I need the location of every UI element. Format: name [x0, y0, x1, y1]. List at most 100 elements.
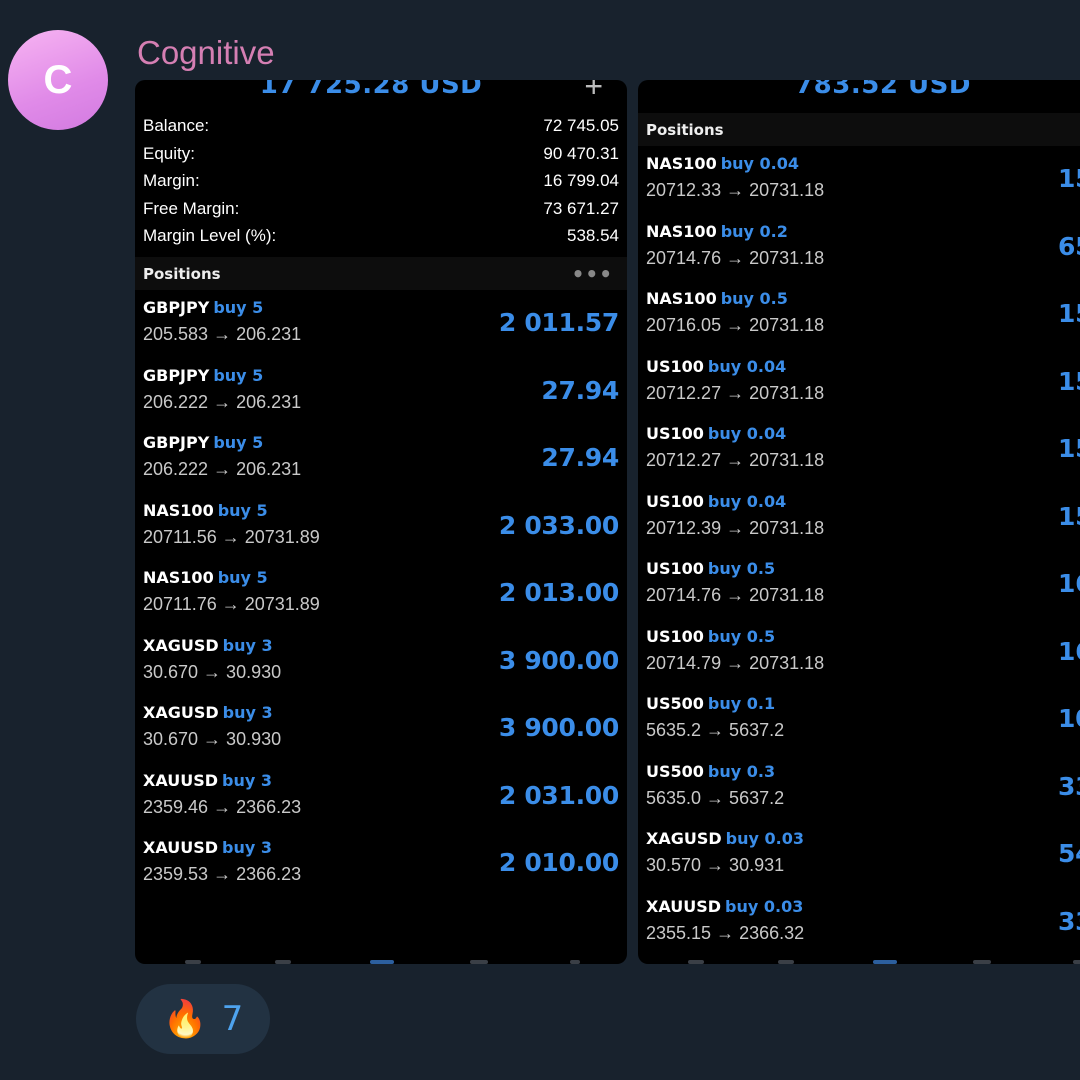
positions-list: NAS100buy 0.0420712.33 → 20731.1815NAS10…	[638, 146, 1080, 956]
toolbar-strip	[638, 958, 1080, 964]
positions-label: Positions	[143, 264, 221, 283]
position-prices: 20716.05 → 20731.18	[646, 315, 825, 335]
position-row[interactable]: US500buy 0.35635.0 → 5637.2 33	[638, 754, 1080, 822]
account-row: Balance: 72 745.05	[143, 116, 619, 144]
position-prices: 20712.27 → 20731.18	[646, 382, 825, 403]
account-value: 90 470.31	[543, 143, 619, 163]
position-direction: buy 5	[213, 298, 264, 317]
position-direction: buy 5	[217, 500, 268, 520]
position-profit: 2 031.00	[498, 780, 619, 810]
position-symbol: US100	[646, 424, 704, 443]
position-profit: 3 900.00	[498, 713, 619, 742]
position-title: US100 buy 0.04	[646, 424, 1080, 448]
account-label: Equity:	[143, 143, 195, 163]
position-row[interactable]: NAS100buy 0.0420712.33 → 20731.1815	[638, 146, 1080, 214]
position-row[interactable]: GBPJPY buy 5 206.222 → 206.231 27.94	[135, 425, 627, 493]
position-row[interactable]: XAGUSDbuy 0.0330.570 → 30.93154	[638, 821, 1080, 889]
position-profit: 3 900.00	[498, 645, 619, 675]
position-profit: 27.94	[541, 375, 619, 405]
position-row[interactable]: NAS100 buy 5 20711.76 → 20731.89 2 013.00	[135, 560, 627, 628]
position-symbol: XAUUSD	[646, 896, 722, 916]
position-direction: buy 5	[217, 568, 268, 587]
position-profit: 2 013.00	[498, 578, 619, 607]
position-profit: 10	[1058, 704, 1080, 733]
position-symbol: XAGUSD	[143, 635, 219, 655]
position-direction: buy 0.5	[707, 626, 776, 646]
position-profit: 2 033.00	[498, 510, 619, 540]
position-row[interactable]: NAS100 buy 5 20711.56 → 20731.89 2 033.00	[135, 493, 627, 561]
position-row[interactable]: XAUUSD buy 3 2359.46 → 2366.23 2 031.00	[135, 763, 627, 831]
position-prices: 20714.76 → 20731.18	[646, 585, 825, 605]
toolbar-strip	[135, 958, 627, 964]
positions-header: Positions •••	[135, 257, 627, 290]
position-row[interactable]: XAUUSDbuy 0.03 2355.15 → 2366.32 33	[638, 889, 1080, 957]
position-symbol: US500	[646, 694, 704, 713]
position-direction: buy 3	[222, 635, 273, 655]
position-prices: 2355.15 → 2366.32	[646, 922, 805, 943]
position-row[interactable]: GBPJPY buy 5 205.583 → 206.231 2 011.57	[135, 290, 627, 358]
account-summary: Balance: 72 745.05 Equity: 90 470.31 Margin:…	[143, 116, 619, 254]
position-profit: 33	[1058, 906, 1080, 936]
position-prices: 20712.27 → 20731.18	[646, 450, 825, 470]
positions-header: Positions	[638, 113, 1080, 146]
position-symbol: US500	[646, 761, 704, 781]
position-profit: 65	[1058, 231, 1080, 261]
position-direction: buy 3	[222, 838, 272, 857]
account-value: 73 671.27	[543, 198, 619, 218]
position-prices: 20714.79 → 20731.18	[646, 652, 825, 673]
account-row: Margin: 16 799.04	[143, 171, 619, 199]
position-symbol: XAUUSD	[143, 838, 219, 857]
account-value: 538.54	[567, 226, 619, 245]
screenshot-left[interactable]: 17 725.28 USD + Balance: 72 745.05 Equity:…	[135, 80, 627, 964]
position-row[interactable]: XAGUSD buy 3 30.670 → 30.930 3 900.00	[135, 695, 627, 763]
position-row[interactable]: US100buy 0.520714.76 → 20731.18164	[638, 551, 1080, 619]
position-row[interactable]: XAGUSD buy 3 30.670 → 30.930 3 900.00	[135, 628, 627, 696]
position-profit: 15	[1058, 434, 1080, 463]
avatar-initial: C	[43, 57, 73, 102]
reaction-count: 7	[221, 999, 244, 1039]
position-row[interactable]: US100buy 0.0420712.27 → 20731.1815	[638, 416, 1080, 484]
position-row[interactable]: XAUUSD buy 3 2359.53 → 2366.23 2 010.00	[135, 830, 627, 898]
position-direction: buy 0.04	[707, 491, 787, 511]
position-symbol: US100	[646, 559, 704, 578]
position-direction: buy 3	[222, 703, 273, 722]
position-symbol: US100	[646, 626, 704, 646]
position-direction: buy 0.5	[707, 559, 776, 578]
position-profit: 27.94	[541, 443, 619, 472]
position-row[interactable]: US100buy 0.0420712.39 → 20731.1815	[638, 484, 1080, 552]
position-direction: buy 0.04	[720, 154, 800, 173]
position-title: NAS100 buy 0.04	[646, 154, 1080, 178]
account-label: Balance:	[143, 116, 210, 135]
position-row[interactable]: US100buy 0.0420712.27 → 20731.1815	[638, 349, 1080, 417]
screenshot-right[interactable]: 783.52 USD Positions NAS100 buy 0.04 20712…	[638, 80, 1080, 964]
position-symbol: NAS100	[646, 289, 717, 308]
position-row[interactable]: US500buy 0.15635.2 → 5637.210	[638, 686, 1080, 754]
position-title: US100 buy 0.5	[646, 627, 1080, 651]
position-direction: buy 0.04	[707, 356, 787, 376]
position-row[interactable]: US100buy 0.520714.79 → 20731.18163	[638, 619, 1080, 687]
account-value: 16 799.04	[543, 171, 619, 190]
position-symbol: XAGUSD	[143, 703, 219, 722]
position-direction: buy 0.04	[707, 424, 787, 443]
total-profit: 783.52 USD	[795, 80, 971, 96]
position-profit: 33	[1058, 771, 1080, 801]
position-title: NAS100 buy 0.2	[646, 222, 1080, 246]
position-symbol: NAS100	[143, 500, 214, 520]
positions-label: Positions	[646, 120, 724, 139]
position-row[interactable]: NAS100buy 0.520716.05 → 20731.18151	[638, 281, 1080, 349]
position-prices: 5635.0 → 5637.2	[646, 787, 785, 808]
reaction-fire-button[interactable]: 🔥 7	[136, 984, 270, 1054]
position-direction: buy 0.03	[725, 896, 804, 916]
position-symbol: NAS100	[646, 154, 717, 173]
account-label: Margin:	[143, 171, 200, 190]
sender-name[interactable]: Cognitive	[137, 34, 275, 72]
account-row: Equity: 90 470.31	[143, 144, 619, 172]
position-row[interactable]: GBPJPY buy 5 206.222 → 206.231 27.94	[135, 358, 627, 426]
position-row[interactable]: NAS100buy 0.220714.76 → 20731.1865	[638, 214, 1080, 282]
position-profit: 2 011.57	[498, 308, 619, 337]
position-title: US500 buy 0.3	[646, 762, 1080, 786]
avatar[interactable]: C	[8, 30, 108, 130]
position-title: US100 buy 0.04	[646, 357, 1080, 381]
position-title: US100 buy 0.5	[646, 559, 1080, 583]
position-symbol: XAGUSD	[646, 829, 722, 848]
